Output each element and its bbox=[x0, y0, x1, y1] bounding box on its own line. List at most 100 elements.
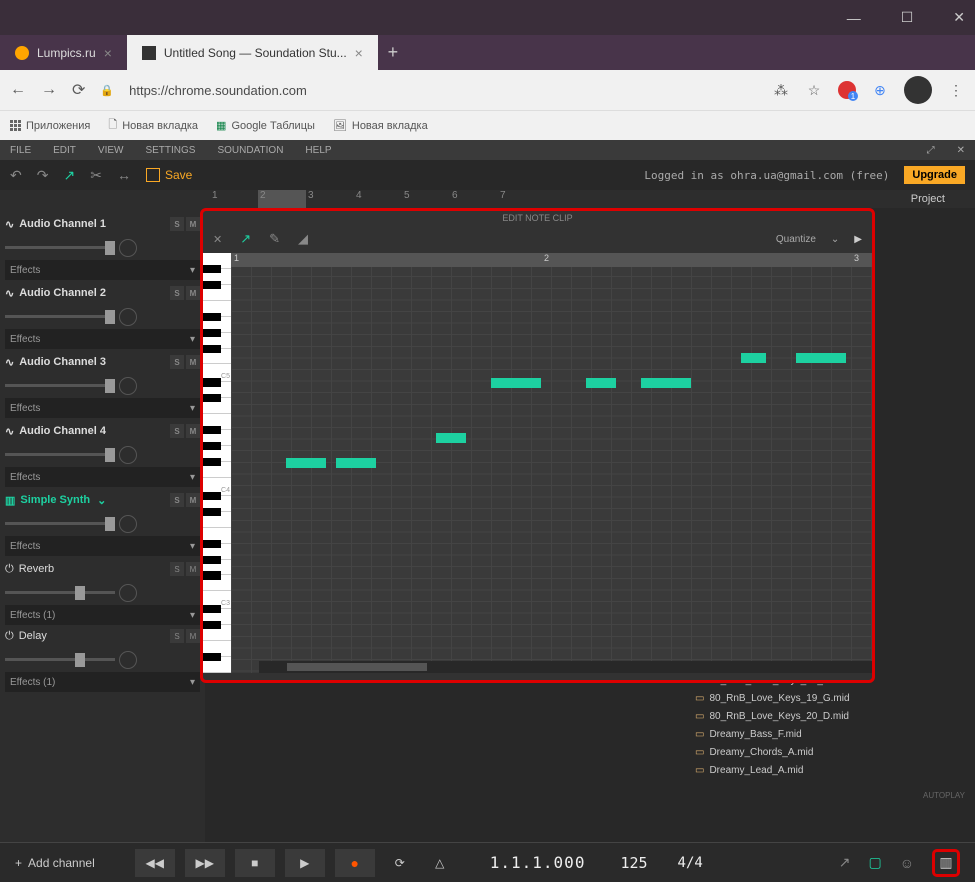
minimize-button[interactable]: — bbox=[847, 10, 861, 26]
menu-icon[interactable]: ⋮ bbox=[947, 81, 965, 99]
play-button[interactable]: ▶ bbox=[854, 234, 862, 245]
cut-tool[interactable]: ✂ bbox=[90, 167, 102, 184]
effects-dropdown[interactable]: Effects▾ bbox=[5, 260, 200, 280]
effects-dropdown[interactable]: Effects (1)▾ bbox=[5, 605, 200, 625]
fx-slider[interactable] bbox=[5, 647, 200, 672]
close-button[interactable]: ✕ bbox=[953, 9, 965, 26]
back-button[interactable]: ← bbox=[10, 81, 26, 99]
audio-channel[interactable]: ∿Audio Channel 1SM Effects▾ bbox=[5, 213, 200, 280]
dropdown-icon[interactable]: ⌄ bbox=[831, 234, 839, 245]
new-tab-button[interactable]: + bbox=[378, 42, 408, 63]
effects-dropdown[interactable]: Effects▾ bbox=[5, 398, 200, 418]
fx-slider[interactable] bbox=[5, 580, 200, 605]
apps-button[interactable]: Приложения bbox=[10, 120, 90, 132]
maximize-button[interactable]: ☐ bbox=[901, 9, 914, 26]
solo-button[interactable]: S bbox=[170, 562, 184, 576]
browser-tab-active[interactable]: Untitled Song — Soundation Stu... × bbox=[127, 35, 378, 70]
delay-effect[interactable]: ⏻DelaySM bbox=[5, 625, 200, 647]
volume-slider[interactable] bbox=[5, 511, 200, 536]
effects-dropdown[interactable]: Effects (1)▾ bbox=[5, 672, 200, 692]
effects-dropdown[interactable]: Effects▾ bbox=[5, 329, 200, 349]
redo-button[interactable]: ↷ bbox=[37, 167, 49, 184]
pointer-tool[interactable]: ↗ bbox=[240, 231, 251, 247]
quantize-dropdown[interactable]: Quantize bbox=[776, 234, 816, 245]
mute-button[interactable]: M bbox=[186, 217, 200, 231]
forward-button[interactable]: → bbox=[41, 81, 57, 99]
audio-channel[interactable]: ∿Audio Channel 3SM Effects▾ bbox=[5, 351, 200, 418]
timeline-ruler[interactable]: 1 2 3 4 5 6 7 Project bbox=[0, 190, 975, 208]
record-button[interactable]: ● bbox=[335, 849, 375, 877]
menu-edit[interactable]: EDIT bbox=[53, 145, 76, 156]
piano-roll-button[interactable]: ▥ bbox=[932, 849, 960, 877]
fx-knob[interactable] bbox=[119, 651, 137, 669]
mute-button[interactable]: M bbox=[186, 562, 200, 576]
mute-button[interactable]: M bbox=[186, 493, 200, 507]
undo-button[interactable]: ↶ bbox=[10, 167, 22, 184]
solo-button[interactable]: S bbox=[170, 286, 184, 300]
reverb-effect[interactable]: ⏻ReverbSM bbox=[5, 558, 200, 580]
star-icon[interactable]: ☆ bbox=[805, 81, 823, 99]
extension-icon[interactable] bbox=[838, 81, 856, 99]
mute-button[interactable]: M bbox=[186, 355, 200, 369]
midi-note[interactable] bbox=[741, 353, 766, 363]
audio-channel[interactable]: ∿Audio Channel 2SM Effects▾ bbox=[5, 282, 200, 349]
velocity-tool[interactable]: ◢ bbox=[298, 231, 308, 247]
pan-knob[interactable] bbox=[119, 446, 137, 464]
expand-icon[interactable]: ⤢ bbox=[927, 145, 935, 156]
add-channel-button[interactable]: +Add channel bbox=[15, 856, 95, 870]
power-icon[interactable]: ⏻ bbox=[5, 630, 14, 643]
midi-note[interactable] bbox=[286, 458, 326, 468]
bookmark-item[interactable]: 🗋Новая вкладка bbox=[108, 116, 198, 135]
save-button[interactable]: Save bbox=[146, 168, 192, 182]
reload-button[interactable]: ⟳ bbox=[72, 80, 85, 100]
close-icon[interactable]: ✕ bbox=[213, 233, 222, 246]
mute-button[interactable]: M bbox=[186, 286, 200, 300]
smile-icon[interactable]: ☺ bbox=[900, 855, 914, 871]
solo-button[interactable]: S bbox=[170, 424, 184, 438]
share-icon[interactable]: ↗ bbox=[839, 854, 851, 871]
forward-button[interactable]: ▶▶ bbox=[185, 849, 225, 877]
volume-slider[interactable] bbox=[5, 373, 200, 398]
close-icon[interactable]: ✕ bbox=[957, 145, 965, 156]
volume-slider[interactable] bbox=[5, 442, 200, 467]
stop-button[interactable]: ■ bbox=[235, 849, 275, 877]
play-button[interactable]: ▶ bbox=[285, 849, 325, 877]
solo-button[interactable]: S bbox=[170, 217, 184, 231]
effects-dropdown[interactable]: Effects▾ bbox=[5, 467, 200, 487]
midi-note[interactable] bbox=[436, 433, 466, 443]
stretch-tool[interactable]: ↔ bbox=[117, 167, 131, 183]
browser-tab[interactable]: Lumpics.ru × bbox=[0, 35, 127, 70]
url-input[interactable]: https://chrome.soundation.com bbox=[129, 83, 757, 98]
solo-button[interactable]: S bbox=[170, 355, 184, 369]
pencil-tool[interactable]: ✎ bbox=[269, 231, 280, 247]
loop-button[interactable]: ⟳ bbox=[385, 849, 415, 877]
midi-note[interactable] bbox=[491, 378, 541, 388]
close-icon[interactable]: × bbox=[104, 45, 112, 61]
upgrade-button[interactable]: Upgrade bbox=[904, 166, 965, 184]
volume-slider[interactable] bbox=[5, 235, 200, 260]
file-item[interactable]: ▭80_RnB_Love_Keys_19_G.mid bbox=[695, 689, 915, 707]
power-icon[interactable]: ⏻ bbox=[5, 563, 14, 576]
fx-knob[interactable] bbox=[119, 584, 137, 602]
audio-channel[interactable]: ∿Audio Channel 4SM Effects▾ bbox=[5, 420, 200, 487]
bookmark-item[interactable]: 🖼Новая вкладка bbox=[333, 119, 428, 132]
menu-settings[interactable]: SETTINGS bbox=[145, 145, 195, 156]
time-signature[interactable]: 4/4 bbox=[678, 855, 703, 871]
close-icon[interactable]: × bbox=[355, 45, 363, 61]
folder-icon[interactable]: ▢ bbox=[868, 854, 881, 871]
file-item[interactable]: ▭80_RnB_Love_Keys_20_D.mid bbox=[695, 707, 915, 725]
volume-slider[interactable] bbox=[5, 304, 200, 329]
pan-knob[interactable] bbox=[119, 377, 137, 395]
bookmark-item[interactable]: ▦Google Таблицы bbox=[216, 119, 315, 132]
midi-note[interactable] bbox=[641, 378, 691, 388]
profile-avatar[interactable] bbox=[904, 76, 932, 104]
midi-note[interactable] bbox=[796, 353, 846, 363]
metronome-button[interactable]: △ bbox=[425, 849, 455, 877]
time-display[interactable]: 1.1.1.000 bbox=[490, 853, 586, 872]
horizontal-scrollbar[interactable] bbox=[259, 661, 872, 673]
solo-button[interactable]: S bbox=[170, 493, 184, 507]
synth-channel[interactable]: ▥Simple Synth⌄SM Effects▾ bbox=[5, 489, 200, 556]
mute-button[interactable]: M bbox=[186, 629, 200, 643]
midi-note[interactable] bbox=[336, 458, 376, 468]
menu-soundation[interactable]: SOUNDATION bbox=[217, 145, 283, 156]
